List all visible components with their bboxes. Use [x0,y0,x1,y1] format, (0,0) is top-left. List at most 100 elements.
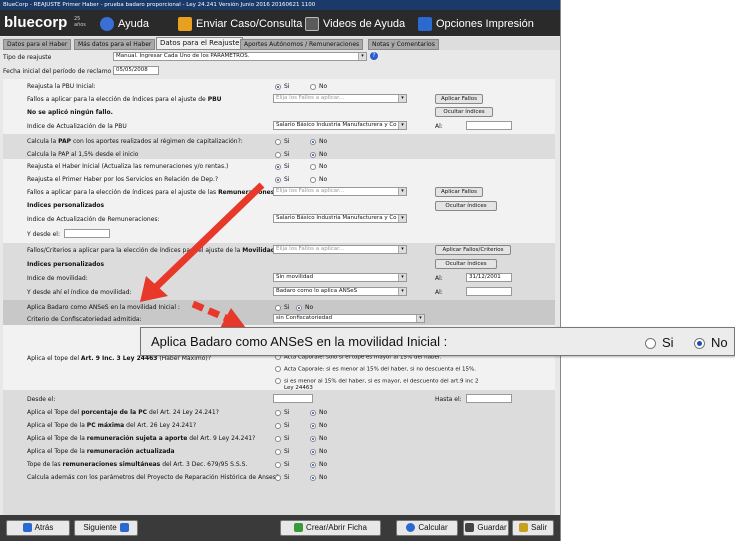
calcula-label: Calcula además con los parámetros del Pr… [27,474,282,481]
fallos-rem-select[interactable]: Elija los Fallos a aplicar... ▾ [273,187,407,196]
fallos-rem-placeholder: Elija los Fallos a aplicar... [276,188,345,194]
al-desde-input[interactable] [466,287,512,296]
reajusta-pbu-no[interactable]: No [310,83,327,90]
tope-pcmax-label: Aplica el Tope de la PC máxima del Art. … [27,422,196,429]
video-icon [305,17,319,32]
help-videos-button[interactable]: Videos de Ayuda [305,15,405,33]
reajusta-pbu-si[interactable]: Si [275,83,289,90]
calcula-no[interactable]: No [310,474,327,481]
fallos-rem-label: Fallos a aplicar para la elección de índ… [27,189,274,196]
pap15-si[interactable]: Si [275,151,289,158]
tope-sim-no[interactable]: No [310,461,327,468]
tope-rem-label: Aplica el Tope de la remuneración sujeta… [27,435,255,442]
tope-pc-bold: porcentaje de la PC [81,409,148,416]
tope-rem-no[interactable]: No [310,435,327,442]
no-label: No [319,151,328,158]
guardar-button[interactable]: Guardar [463,520,509,536]
tope-pc-no[interactable]: No [310,409,327,416]
aplicar-fallos-rem-button[interactable]: Aplicar Fallos [435,187,483,197]
radio-off [310,83,316,90]
tope-pcmax-text-a: Aplica el Tope de la [27,422,85,429]
ocultar-indices-rem-button[interactable]: Ocultar índices [435,201,497,211]
zoom-si-radio[interactable]: Si [645,335,674,350]
fallos-mov-select[interactable]: Elija los Fallos a aplicar... ▾ [273,245,407,254]
desde-rem-input[interactable] [64,229,110,238]
pap-si[interactable]: Si [275,138,289,145]
pap15-no[interactable]: No [310,151,327,158]
ocultar-indices-mov-button[interactable]: Ocultar índices [435,259,497,269]
tope-act-no[interactable]: No [310,448,327,455]
desde-label: Y desde el: [27,231,60,238]
tope-sim-si[interactable]: Si [275,461,289,468]
tab-notas-comentarios[interactable]: Notas y Comentarios [368,39,439,50]
no-label: No [319,461,328,468]
indice-rem-select[interactable]: Salario Básico Industria Manufacturera y… [273,214,407,223]
tope-opt2-label: Acta Caporale: si es menor al 15% del ha… [284,366,476,373]
no-label: No [319,83,328,90]
reajusta-haber-si[interactable]: Si [275,163,289,170]
si-label: Si [284,151,290,158]
arrow-right-icon [119,523,129,533]
criterio-label: Criterio de Confiscatoriedad admitida: [27,316,142,323]
tope-rem-si[interactable]: Si [275,435,289,442]
tope-pc-text-c: del Art. 24 Ley 24.241? [149,409,219,416]
al-mov-input[interactable]: 31/12/2001 [466,273,512,282]
tab-aportes-autonomos[interactable]: Aportes Autónomos / Remuneraciones [240,39,364,50]
tope-opt3[interactable]: si es menor al 15% del haber, si es mayo… [275,378,479,385]
al-pbu-input[interactable] [466,121,512,130]
criterio-select[interactable]: sin Confiscatoriedad ▾ [273,314,425,323]
siguiente-button[interactable]: Siguiente [74,520,138,536]
reajusta-primer-no[interactable]: No [310,176,327,183]
badaro-label: Aplica Badaro como ANSeS en la movilidad… [27,304,180,311]
no-label: No [319,422,328,429]
print-options-button[interactable]: Opciones Impresión [418,15,534,33]
chevron-down-icon: ▾ [398,274,406,281]
tipo-reajuste-select[interactable]: Manual. Ingresar Cada Uno de los PARÁMET… [113,52,367,61]
badaro-no[interactable]: No [296,304,313,311]
tab-datos-haber[interactable]: Datos para el Haber [3,39,72,50]
tope-pcmax-no[interactable]: No [310,422,327,429]
tab-mas-datos-haber[interactable]: Más datos para el Haber [74,39,156,50]
zoom-no-radio[interactable]: No [694,335,728,350]
indice-rem-label: Indice de Actualización de Remuneracione… [27,216,160,223]
tope-opt2[interactable]: Acta Caporale: si es menor al 15% del ha… [275,366,476,373]
tope-pcmax-si[interactable]: Si [275,422,289,429]
help-icon[interactable]: ? [370,52,378,60]
reajusta-primer-si[interactable]: Si [275,176,289,183]
no-label: No [319,435,328,442]
help-button[interactable]: Ayuda [100,15,149,33]
desde-ahi-select[interactable]: Badaro como lo aplica ANSeS ▾ [273,287,407,296]
calcular-button[interactable]: Calcular [396,520,458,536]
desde-el-input[interactable] [273,394,313,403]
zoom-callout: Aplica Badaro como ANSeS en la movilidad… [140,327,735,356]
exit-icon [518,523,528,533]
si-label: Si [284,176,290,183]
fecha-input[interactable]: 05/05/2008 [113,66,159,75]
reajusta-haber-no[interactable]: No [310,163,327,170]
pap-no[interactable]: No [310,138,327,145]
chevron-down-icon: ▾ [398,246,406,253]
indice-pbu-select[interactable]: Salario Básico Industria Manufacturera y… [273,121,407,130]
salir-button[interactable]: Salir [512,520,554,536]
tope-rem-text-c: del Art. 9 Ley 24.241? [189,435,256,442]
calcula-si[interactable]: Si [275,474,289,481]
indice-pbu-value: Salario Básico Industria Manufacturera y… [276,122,397,128]
tope-text-a: Aplica el tope del [27,355,79,362]
crear-ficha-button[interactable]: Crear/Abrir Ficha [280,520,381,536]
tope-pc-si[interactable]: Si [275,409,289,416]
radio-off [275,422,281,429]
send-case-button[interactable]: Enviar Caso/Consulta [178,15,302,33]
hasta-el-input[interactable] [466,394,512,403]
aplicar-fallos-button[interactable]: Aplicar Fallos [435,94,483,104]
ocultar-indices-button[interactable]: Ocultar índices [435,107,493,117]
atras-button[interactable]: Atrás [6,520,70,536]
tope-pc-label: Aplica el Tope del porcentaje de la PC d… [27,409,219,416]
tope-act-si[interactable]: Si [275,448,289,455]
tab-datos-reajuste[interactable]: Datos para el Reajuste [156,37,244,50]
badaro-si[interactable]: Si [275,304,289,311]
aplicar-fallos-criterios-button[interactable]: Aplicar Fallos/Criterios [435,245,511,255]
chevron-down-icon: ▾ [358,53,366,60]
indice-mov-select[interactable]: Sin movilidad ▾ [273,273,407,282]
fallos-pbu-select[interactable]: Elija los Fallos a aplicar... ▾ [273,94,407,103]
radio-on [310,448,316,455]
